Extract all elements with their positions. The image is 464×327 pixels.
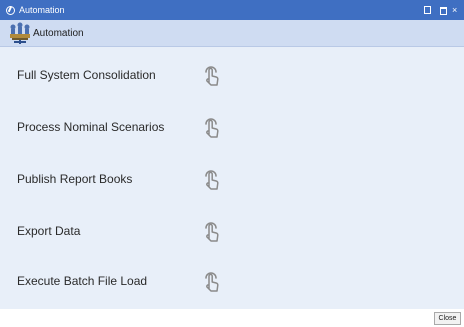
app-logo-icon — [6, 5, 15, 15]
task-label: Process Nominal Scenarios — [17, 120, 165, 134]
task-row-execute-batch-file-load: Execute Batch File Load — [0, 257, 464, 309]
footer: Close — [0, 309, 464, 327]
task-row-export-data: Export Data — [0, 207, 464, 259]
task-row-process-nominal-scenarios: Process Nominal Scenarios — [0, 103, 464, 155]
task-label: Full System Consolidation — [17, 68, 156, 82]
task-label: Export Data — [17, 224, 81, 238]
toolbar: Automation — [0, 20, 464, 47]
task-label: Publish Report Books — [17, 172, 133, 186]
touch-run-icon[interactable] — [200, 63, 222, 89]
restore-icon[interactable] — [421, 4, 433, 16]
touch-run-icon[interactable] — [200, 269, 222, 295]
automation-icon — [9, 21, 31, 45]
touch-run-icon[interactable] — [200, 219, 222, 245]
task-list: Full System Consolidation Process Nomina… — [0, 47, 464, 309]
touch-run-icon[interactable] — [200, 167, 222, 193]
task-row-publish-report-books: Publish Report Books — [0, 155, 464, 207]
touch-run-icon[interactable] — [200, 115, 222, 141]
maximize-icon[interactable] — [438, 4, 450, 16]
window-title: Automation — [19, 5, 65, 15]
toolbar-title: Automation — [33, 27, 84, 39]
window-close-icon[interactable]: × — [452, 4, 464, 16]
close-button[interactable]: Close — [434, 312, 461, 325]
task-label: Execute Batch File Load — [17, 274, 148, 288]
task-row-full-system-consolidation: Full System Consolidation — [0, 51, 464, 103]
title-bar: Automation × — [0, 0, 464, 20]
